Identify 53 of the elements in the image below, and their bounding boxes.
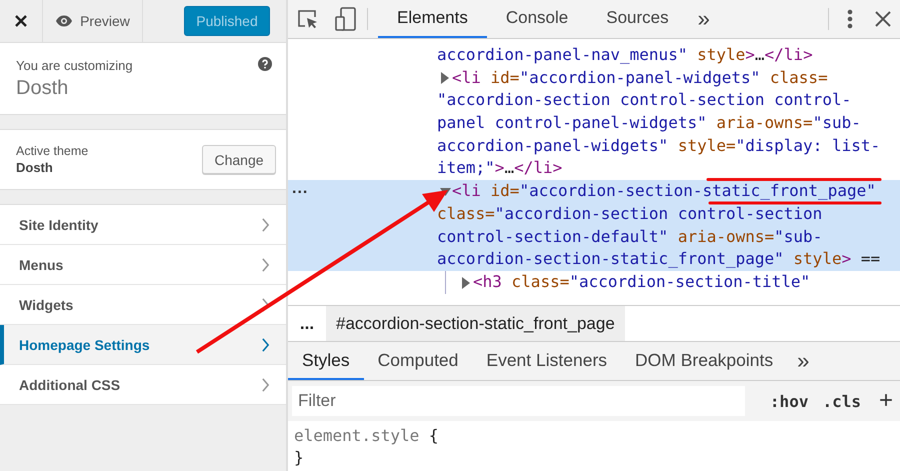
help-icon[interactable] [258, 57, 272, 71]
css-selector: element.style [294, 426, 420, 445]
dom-node[interactable]: accordion-panel-nav_menus" style>…</li> [288, 44, 900, 67]
pane-tab[interactable]: Computed [364, 342, 472, 380]
panel-tab[interactable]: Sources [587, 0, 688, 38]
code-line: class="accordion-section control-section [437, 204, 822, 223]
chevron-icon [261, 258, 270, 272]
dom-node[interactable]: <h3 class="accordion-section-title" [446, 270, 900, 294]
chevron-icon [261, 338, 270, 352]
site-name: Dosth [16, 77, 70, 100]
pane-tab[interactable]: Event Listeners [472, 342, 622, 380]
breadcrumb-item[interactable]: #accordion-section-static_front_page [326, 306, 625, 341]
panel-tab[interactable]: Elements [378, 0, 487, 38]
code-line: "accordion-section control-section control- [437, 90, 852, 110]
section-item[interactable]: Widgets [0, 285, 286, 325]
preview-button[interactable]: Preview [43, 0, 143, 42]
code-line: accordion-section-static_front_page" style> == [437, 249, 880, 268]
section-item[interactable]: Additional CSS [0, 365, 286, 405]
theme-label: Active theme [16, 144, 88, 158]
selected-node-highlight[interactable]: ... <li id="accordion-section-static_front_page" class="accordion-section control-section control-section-default" aria-owns="sub- accordion-section-static_front_page" style> == [288, 180, 900, 271]
section-item[interactable]: Homepage Settings [0, 325, 286, 365]
panel-tab[interactable]: Console [486, 0, 588, 38]
inspect-icon[interactable] [297, 9, 319, 29]
pane-tab[interactable]: DOM Breakpoints [621, 342, 788, 380]
style-toolbar-button[interactable]: + [872, 387, 900, 415]
chevron-icon [261, 378, 270, 392]
code-line: panel control-panel-widgets" aria-owns="sub- [437, 113, 861, 132]
brace: } [294, 448, 304, 467]
node-actions-button[interactable]: ... [292, 180, 308, 198]
more-tabs-button[interactable]: » [787, 348, 820, 374]
section-item[interactable]: Site Identity [0, 205, 286, 245]
code-line: <h3 class="accordion-section-title" [473, 272, 810, 291]
filter-field[interactable]: Filter [292, 386, 745, 416]
change-theme-button[interactable]: Change [202, 145, 276, 174]
style-toolbar-button[interactable]: :hov [762, 392, 816, 410]
theme-name: Dosth [16, 160, 54, 175]
section-item[interactable]: Menus [0, 245, 286, 285]
eye-icon [55, 15, 74, 27]
code-line: accordion-panel-widgets" style="display: list- [437, 136, 880, 155]
device-icon[interactable] [335, 7, 357, 31]
more-tabs-button[interactable]: » [688, 6, 720, 32]
code-line: <li id="accordion-panel-widgets" class= [452, 68, 828, 87]
customizing-label: You are customizing [16, 58, 133, 73]
code-line: <li id="accordion-section-static_front_page" [452, 181, 876, 200]
code-line: control-section-default" aria-owns="sub- [437, 226, 822, 246]
code-line: accordion-panel-nav_menus" style>…</li> [437, 45, 813, 64]
style-toolbar-button[interactable]: .cls [815, 392, 868, 410]
dom-node[interactable]: <li id="accordion-panel-widgets" class= "accordion-section control-section control- panel control-panel-widgets" aria-owns="sub- accordion-panel-widgets" style="display: list- item;">…</li> [288, 66, 900, 180]
brace: { [428, 426, 439, 445]
chevron-icon [261, 298, 270, 312]
code-line: item;">…</li> [437, 158, 562, 178]
breadcrumb-more-button[interactable]: ... [288, 314, 326, 334]
chevron-icon [261, 218, 270, 232]
